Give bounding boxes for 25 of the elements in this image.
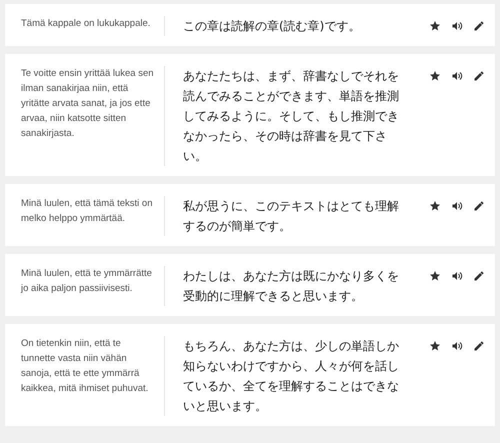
star-icon[interactable] — [429, 200, 441, 212]
japanese-text: わたしは、あなた方は既にかなり多くを受動的に理解できると思います。 — [183, 268, 400, 305]
japanese-text: もちろん、あなた方は、少しの単語しか知らないわけですから、人々が何を話しているか、全てを理解することはできないと思います。 — [183, 338, 400, 415]
star-icon[interactable] — [429, 70, 441, 82]
star-icon[interactable] — [429, 340, 441, 352]
finnish-text: Tämä kappale on lukukappale. — [21, 16, 165, 36]
speaker-icon[interactable] — [451, 20, 463, 32]
japanese-text: 私が思うに、このテキストはとても理解するのが簡単です。 — [183, 198, 400, 235]
star-icon[interactable] — [429, 270, 441, 282]
finnish-text: Minä luulen, että te ymmärrätte jo aika paljon passiivisesti. — [21, 266, 165, 306]
speaker-icon[interactable] — [451, 340, 463, 352]
speaker-icon[interactable] — [451, 200, 463, 212]
star-icon[interactable] — [429, 20, 441, 32]
japanese-text: この章は読解の章(読む章)です。 — [183, 18, 362, 35]
finnish-text: Minä luulen, että tämä teksti on melko helppo ymmärtää. — [21, 196, 165, 236]
edit-icon[interactable] — [473, 270, 485, 282]
finnish-text: On tietenkin niin, että te tunnette vasta niin vähän sanoja, että te ette ymmärrä kaikkea, mitä ihmiset puhuvat. — [21, 336, 165, 416]
edit-icon[interactable] — [473, 70, 485, 82]
speaker-icon[interactable] — [451, 270, 463, 282]
speaker-icon[interactable] — [451, 70, 463, 82]
japanese-text: あなたたちは、まず、辞書なしでそれを読んでみることができます、単語を推測してみるように。そして、もし推測できなかったら、その時は辞書を見て下さい。 — [183, 68, 400, 165]
edit-icon[interactable] — [473, 20, 485, 32]
edit-icon[interactable] — [473, 200, 485, 212]
edit-icon[interactable] — [473, 340, 485, 352]
finnish-text: Te voitte ensin yrittää lukea sen ilman sanakirjaa niin, että yritätte arvata sanat, ja jos ette arvaa, niin katsotte sitten sanakirjasta. — [21, 66, 165, 166]
